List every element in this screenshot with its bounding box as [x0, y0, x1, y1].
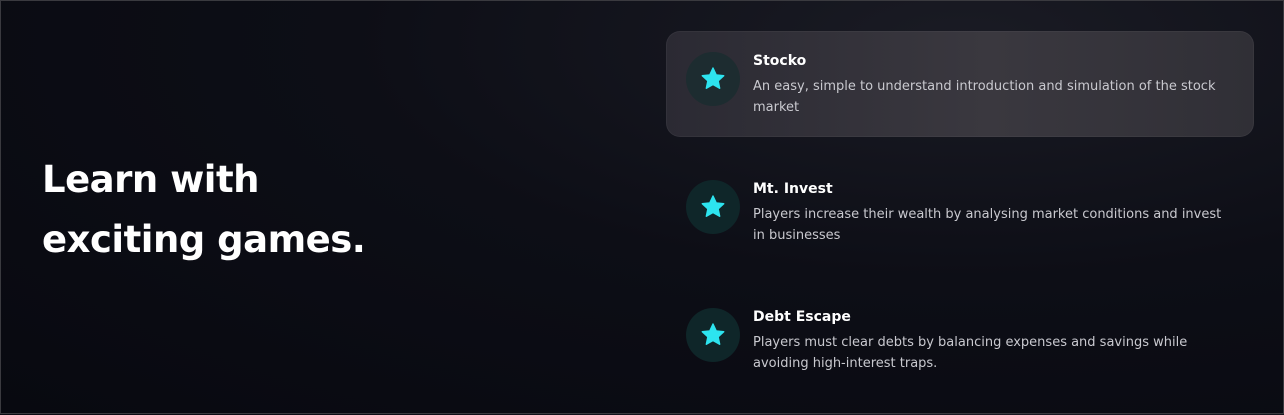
section-headline: Learn with exciting games.: [42, 150, 462, 270]
star-icon-badge: [686, 308, 740, 362]
game-description: Players increase their wealth by analysi…: [753, 207, 1222, 243]
game-title: Stocko: [753, 53, 807, 69]
star-icon-badge: [686, 180, 740, 234]
star-icon-badge: [686, 52, 740, 106]
games-list: Stocko An easy, simple to understand int…: [666, 31, 1254, 415]
headline-line-2: exciting games.: [42, 218, 366, 261]
star-icon: [701, 323, 725, 345]
game-card-stocko[interactable]: Stocko An easy, simple to understand int…: [666, 31, 1254, 137]
headline-line-1: Learn with: [42, 158, 260, 201]
game-description: Players must clear debts by balancing ex…: [753, 335, 1188, 371]
game-title: Mt. Invest: [753, 181, 833, 197]
game-title: Debt Escape: [753, 309, 851, 325]
game-description: An easy, simple to understand introducti…: [753, 79, 1216, 115]
game-card-debt-escape[interactable]: Debt Escape Players must clear debts by …: [666, 287, 1254, 393]
game-card-mt-invest[interactable]: Mt. Invest Players increase their wealth…: [666, 159, 1254, 265]
star-icon: [701, 67, 725, 89]
star-icon: [701, 195, 725, 217]
